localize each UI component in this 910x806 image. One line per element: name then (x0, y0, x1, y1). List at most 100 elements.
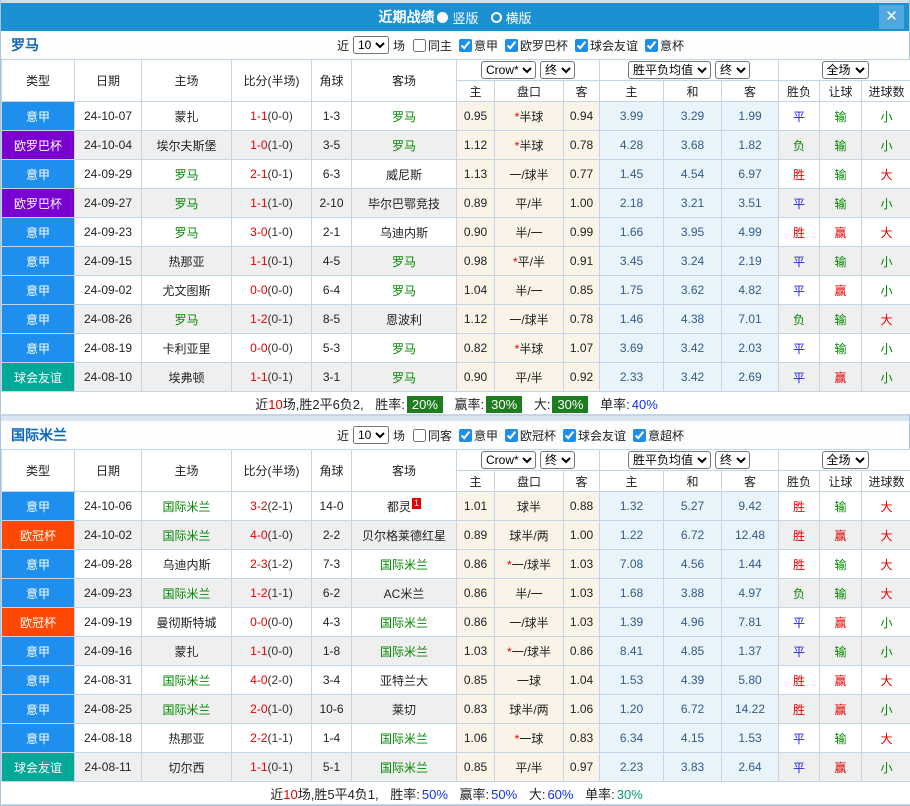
avg-away-value: 2.03 (722, 334, 779, 363)
league-filter-4[interactable]: 意超杯 (633, 427, 684, 444)
goals-result: 大 (862, 724, 910, 753)
goals-result: 小 (862, 276, 910, 305)
away-team: 乌迪内斯 (352, 218, 457, 247)
match-date: 24-09-19 (75, 608, 142, 637)
match-date: 24-09-23 (75, 218, 142, 247)
odds-away-value: 0.91 (564, 247, 600, 276)
recent-count-select[interactable]: 10 (353, 36, 389, 54)
odds-home-value: 0.86 (457, 579, 495, 608)
avg-final-select[interactable]: 终 (715, 451, 750, 469)
odds-final-select[interactable]: 终 (540, 61, 575, 79)
vertical-layout-radio[interactable] (437, 12, 448, 23)
avg-final-select[interactable]: 终 (715, 61, 750, 79)
summary-count: 10 (283, 787, 297, 802)
summary-count: 10 (268, 397, 282, 412)
avg-away-value: 7.81 (722, 608, 779, 637)
summary-stat-value-1: 50% (422, 787, 448, 802)
avg-home-value: 1.20 (600, 695, 664, 724)
league-filter-3[interactable]: 球会友谊 (575, 37, 638, 54)
col-header-result-wdl: 胜负 (779, 471, 820, 492)
vertical-layout-label[interactable]: 竖版 (452, 8, 478, 27)
odds-away-value: 1.00 (564, 189, 600, 218)
summary-record: 场,胜2平6负2, (283, 397, 368, 412)
league-filter-2-label: 欧冠杯 (520, 427, 556, 444)
corner-score: 2-10 (312, 189, 352, 218)
summary-stat-value-1: 20% (407, 396, 443, 413)
league-filter-2-checkbox[interactable] (505, 429, 518, 442)
league-filter-1-checkbox[interactable] (459, 429, 472, 442)
avg-home-value: 1.46 (600, 305, 664, 334)
league-filter-1-label: 意甲 (474, 37, 498, 54)
scope-select[interactable]: 全场 (822, 451, 869, 469)
home-team: 热那亚 (142, 247, 232, 276)
goals-result: 小 (862, 608, 910, 637)
avg-draw-value: 3.21 (664, 189, 722, 218)
home-team: 蒙扎 (142, 637, 232, 666)
avg-draw-value: 4.96 (664, 608, 722, 637)
league-badge: 球会友谊 (2, 363, 75, 392)
odds-source-select[interactable]: Crow* (481, 451, 536, 469)
match-score: 1-1(1-0) (232, 189, 312, 218)
corner-score: 1-3 (312, 102, 352, 131)
match-score: 3-2(2-1) (232, 492, 312, 521)
avg-draw-value: 4.15 (664, 724, 722, 753)
odds-away-value: 1.06 (564, 695, 600, 724)
same-venue-filter-checkbox[interactable] (413, 39, 426, 52)
handicap-result: 输 (820, 579, 862, 608)
col-header-score: 比分(半场) (232, 450, 312, 492)
league-filter-3-checkbox[interactable] (575, 39, 588, 52)
avg-source-select[interactable]: 胜平负均值 (628, 451, 711, 469)
league-filter-1[interactable]: 意甲 (459, 37, 498, 54)
avg-home-value: 3.45 (600, 247, 664, 276)
close-icon[interactable]: ✕ (879, 5, 904, 29)
same-venue-filter[interactable]: 同客 (413, 427, 452, 444)
odds-line-value: *一/球半 (495, 550, 564, 579)
match-row: 意甲24-10-07蒙扎1-1(0-0)1-3罗马0.95*半球0.943.99… (2, 102, 910, 131)
horizontal-layout-radio[interactable] (491, 12, 502, 23)
league-filter-2[interactable]: 欧冠杯 (505, 427, 556, 444)
odds-line-value: 球半/两 (495, 695, 564, 724)
league-filter-2[interactable]: 欧罗巴杯 (505, 37, 568, 54)
league-filter-1[interactable]: 意甲 (459, 427, 498, 444)
league-filter-4-checkbox[interactable] (633, 429, 646, 442)
col-header-odds-home: 主 (457, 81, 495, 102)
summary-stat-value-3: 30% (552, 396, 588, 413)
league-badge: 意甲 (2, 695, 75, 724)
summary-stat-label-4: 单率: (585, 787, 615, 802)
league-filter-1-checkbox[interactable] (459, 39, 472, 52)
league-filter-3-checkbox[interactable] (563, 429, 576, 442)
match-date: 24-10-06 (75, 492, 142, 521)
home-team: 罗马 (142, 160, 232, 189)
league-filter-3[interactable]: 球会友谊 (563, 427, 626, 444)
league-badge: 意甲 (2, 305, 75, 334)
summary-stat-value-4: 40% (632, 397, 658, 412)
same-venue-filter-checkbox[interactable] (413, 429, 426, 442)
match-date: 24-10-07 (75, 102, 142, 131)
home-team: 国际米兰 (142, 579, 232, 608)
titlebar: 近期战绩 竖版 横版 ✕ (1, 3, 909, 31)
league-filter-4[interactable]: 意杯 (645, 37, 684, 54)
summary-stat-label-2: 赢率: (455, 397, 485, 412)
wdl-result: 平 (779, 189, 820, 218)
col-header-corner: 角球 (312, 60, 352, 102)
avg-home-value: 3.69 (600, 334, 664, 363)
goals-result: 小 (862, 247, 910, 276)
wdl-result: 负 (779, 579, 820, 608)
same-venue-filter[interactable]: 同主 (413, 37, 452, 54)
avg-source-select[interactable]: 胜平负均值 (628, 61, 711, 79)
scope-select[interactable]: 全场 (822, 61, 869, 79)
away-team: 贝尔格莱德红星 (352, 521, 457, 550)
league-filter-4-checkbox[interactable] (645, 39, 658, 52)
recent-count-select[interactable]: 10 (353, 426, 389, 444)
odds-source-select[interactable]: Crow* (481, 61, 536, 79)
horizontal-layout-label[interactable]: 横版 (506, 8, 532, 27)
handicap-result: 赢 (820, 695, 862, 724)
league-badge: 欧冠杯 (2, 608, 75, 637)
odds-final-select[interactable]: 终 (540, 451, 575, 469)
goals-result: 小 (862, 189, 910, 218)
odds-line-value: 平/半 (495, 189, 564, 218)
odds-group-header: Crow*终 (457, 450, 600, 471)
league-filter-2-checkbox[interactable] (505, 39, 518, 52)
match-row: 欧罗巴杯24-10-04埃尔夫斯堡1-0(1-0)3-5罗马1.12*半球0.7… (2, 131, 910, 160)
summary-near-label: 近 (270, 787, 283, 802)
